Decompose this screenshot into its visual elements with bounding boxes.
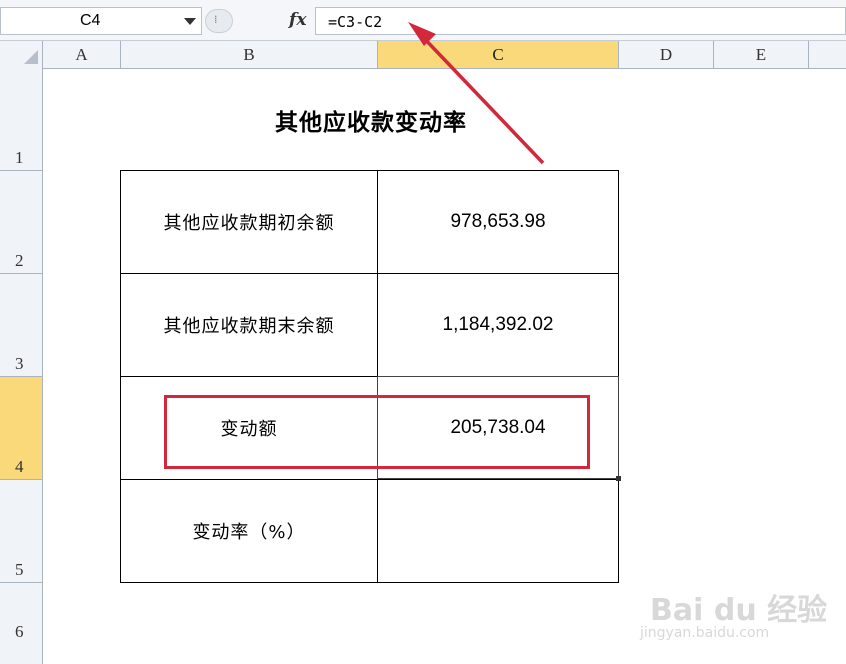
arrow-head <box>408 22 436 46</box>
watermark: Bai du 经验 jingyan.baidu.com <box>640 575 840 660</box>
annotation-arrow <box>408 22 545 165</box>
watermark-brand: Bai du 经验 <box>650 593 828 628</box>
arrow-shaft <box>418 32 545 165</box>
watermark-url: jingyan.baidu.com <box>640 625 770 641</box>
